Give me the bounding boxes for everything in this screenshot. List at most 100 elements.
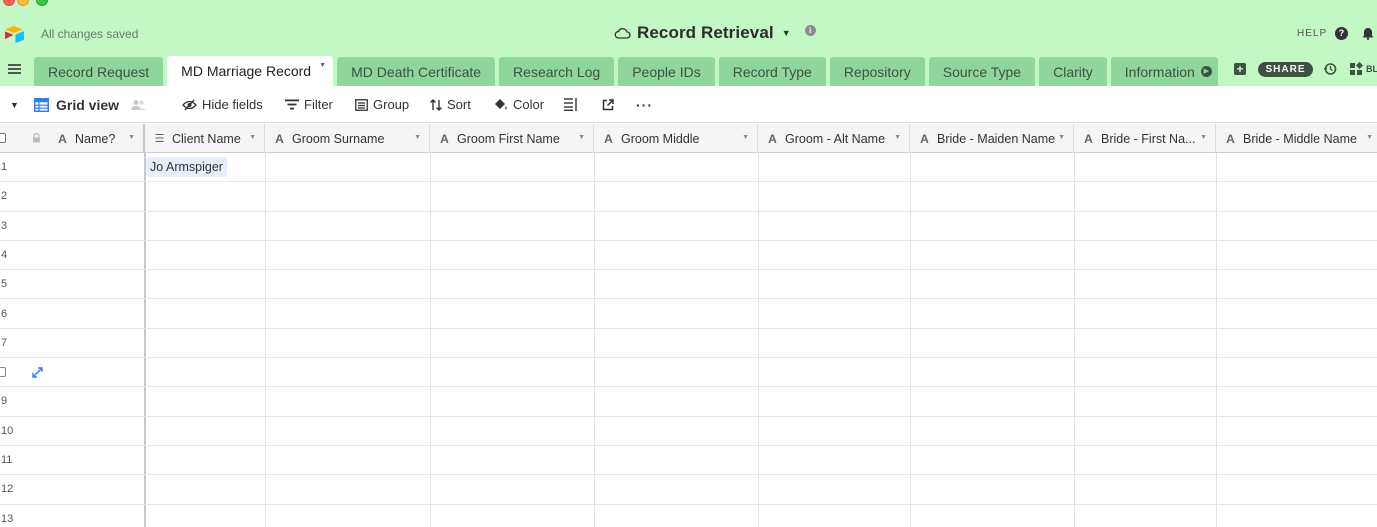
column-header-groom-first-name[interactable]: A Groom First Name ▼ (430, 124, 594, 153)
blocks-label[interactable]: BL (1366, 64, 1377, 74)
chevron-down-icon[interactable]: ▼ (414, 134, 421, 141)
history-icon[interactable] (1323, 62, 1337, 76)
more-options-icon[interactable]: ··· (636, 86, 653, 123)
column-label: Groom Surname (292, 131, 385, 146)
chevron-down-icon[interactable]: ▼ (578, 134, 585, 141)
table-row[interactable]: 3 (0, 212, 1377, 241)
row-checkbox[interactable] (0, 367, 6, 378)
tab-repository[interactable]: Repository (829, 57, 925, 86)
column-label: Bride - Middle Name (1243, 131, 1357, 146)
table-row[interactable]: 7 (0, 329, 1377, 359)
help-icon[interactable]: ? (1335, 27, 1348, 40)
column-header-bride-middle-name[interactable]: A Bride - Middle Name ▼ (1216, 124, 1377, 153)
expand-record-icon[interactable] (32, 367, 43, 378)
text-field-icon: A (1226, 131, 1235, 146)
chevron-down-icon[interactable]: ▼ (128, 134, 135, 141)
base-title[interactable]: Record Retrieval ▼ i (614, 23, 816, 43)
help-link[interactable]: HELP (1297, 28, 1327, 39)
tab-research-log[interactable]: Research Log (499, 57, 615, 86)
chevron-down-icon[interactable]: ▼ (1366, 134, 1373, 141)
group-button[interactable]: Group (355, 86, 409, 123)
tab-label: MD Marriage Record (181, 63, 312, 79)
view-name[interactable]: Grid view (56, 86, 119, 123)
row-number: 12 (1, 483, 14, 496)
table-tabs: Record Request MD Marriage Record ▼ MD De… (34, 56, 1222, 86)
hamburger-menu-icon[interactable] (8, 64, 21, 75)
chevron-down-icon[interactable]: ▼ (319, 62, 326, 69)
table-row[interactable]: 12 (0, 475, 1377, 505)
column-header-name[interactable]: A Name? ▼ (48, 124, 145, 153)
column-header-groom-alt-name[interactable]: A Groom - Alt Name ▼ (758, 124, 910, 153)
row-height-button[interactable] (564, 86, 578, 123)
tab-label: Repository (843, 63, 911, 80)
chevron-down-icon[interactable]: ▼ (1058, 134, 1065, 141)
lock-icon (33, 133, 40, 143)
text-field-icon: A (275, 131, 284, 146)
linked-record-icon: ☰ (154, 133, 165, 145)
column-header-client-name[interactable]: ☰ Client Name ▼ (145, 124, 265, 153)
sort-label: Sort (447, 97, 471, 112)
tab-label: Clarity (1053, 63, 1093, 80)
cloud-icon (614, 28, 631, 39)
save-status: All changes saved (41, 27, 139, 41)
linked-record-chip[interactable]: Jo Armspiger (146, 157, 227, 177)
chevron-down-icon[interactable]: ▼ (249, 134, 256, 141)
share-button[interactable]: SHARE (1258, 62, 1313, 77)
eye-slash-icon (182, 99, 197, 110)
table-row[interactable]: 10 (0, 417, 1377, 446)
info-icon[interactable]: i (804, 24, 816, 36)
add-table-icon[interactable]: + (1234, 63, 1246, 75)
tab-label: Source Type (942, 63, 1022, 80)
sort-button[interactable]: Sort (430, 86, 471, 123)
column-header-groom-middle[interactable]: A Groom Middle ▼ (594, 124, 758, 153)
table-row[interactable]: 5 (0, 270, 1377, 300)
filter-icon (285, 99, 299, 110)
view-toolbar: ▼ Grid view Hide fields Filter Group Sor… (0, 86, 1377, 123)
row-number: 9 (1, 395, 8, 408)
tab-md-marriage-record[interactable]: MD Marriage Record ▼ (167, 56, 334, 86)
tab-label: Information (1124, 63, 1195, 80)
table-row[interactable]: 6 (0, 300, 1377, 329)
tab-clarity[interactable]: Clarity (1039, 57, 1107, 86)
text-field-icon: A (604, 131, 613, 146)
column-header-bride-maiden-name[interactable]: A Bride - Maiden Name ▼ (910, 124, 1074, 153)
chevron-down-icon[interactable]: ▼ (894, 134, 901, 141)
filter-button[interactable]: Filter (285, 86, 333, 123)
row-number: 2 (1, 190, 8, 203)
chevron-right-icon[interactable]: ▶ (1200, 66, 1212, 77)
chevron-down-icon[interactable]: ▼ (742, 134, 749, 141)
tab-source-type[interactable]: Source Type (928, 57, 1036, 86)
blocks-icon[interactable] (1349, 62, 1363, 76)
table-row[interactable]: 13 (0, 505, 1377, 527)
column-label: Client Name (172, 131, 241, 146)
column-label: Bride - First Na... (1101, 131, 1196, 146)
collaborators-icon[interactable] (131, 86, 146, 123)
tab-record-request[interactable]: Record Request (34, 57, 164, 86)
row-number: 3 (1, 219, 8, 232)
table-row[interactable]: 9 (0, 387, 1377, 417)
color-button[interactable]: Color (494, 86, 544, 123)
tab-label: Record Type (732, 63, 812, 80)
table-row[interactable] (0, 358, 1377, 388)
hide-fields-button[interactable]: Hide fields (182, 86, 263, 123)
window-maximize-button[interactable] (36, 0, 48, 6)
select-all-checkbox[interactable] (0, 133, 6, 143)
window-minimize-button[interactable] (17, 0, 29, 6)
table-row[interactable]: 1 Jo Armspiger (0, 153, 1377, 183)
table-row[interactable]: 11 (0, 446, 1377, 476)
tab-information[interactable]: Information ▶ (1110, 57, 1218, 86)
base-name: Record Retrieval (637, 23, 774, 42)
tab-md-death-certificate[interactable]: MD Death Certificate (337, 57, 496, 86)
table-row[interactable]: 2 (0, 182, 1377, 212)
share-view-button[interactable] (602, 86, 614, 123)
window-close-button[interactable] (3, 0, 15, 6)
chevron-down-icon[interactable]: ▼ (1200, 134, 1207, 141)
column-header-bride-first-name[interactable]: A Bride - First Na... ▼ (1074, 124, 1216, 153)
tab-record-type[interactable]: Record Type (718, 57, 826, 86)
column-header-groom-surname[interactable]: A Groom Surname ▼ (265, 124, 430, 153)
table-row[interactable]: 4 (0, 241, 1377, 271)
airtable-logo-icon[interactable] (4, 25, 26, 43)
tab-people-ids[interactable]: People IDs (618, 57, 715, 86)
bell-icon[interactable] (1362, 27, 1374, 40)
view-list-toggle-icon[interactable]: ▼ (10, 86, 19, 123)
